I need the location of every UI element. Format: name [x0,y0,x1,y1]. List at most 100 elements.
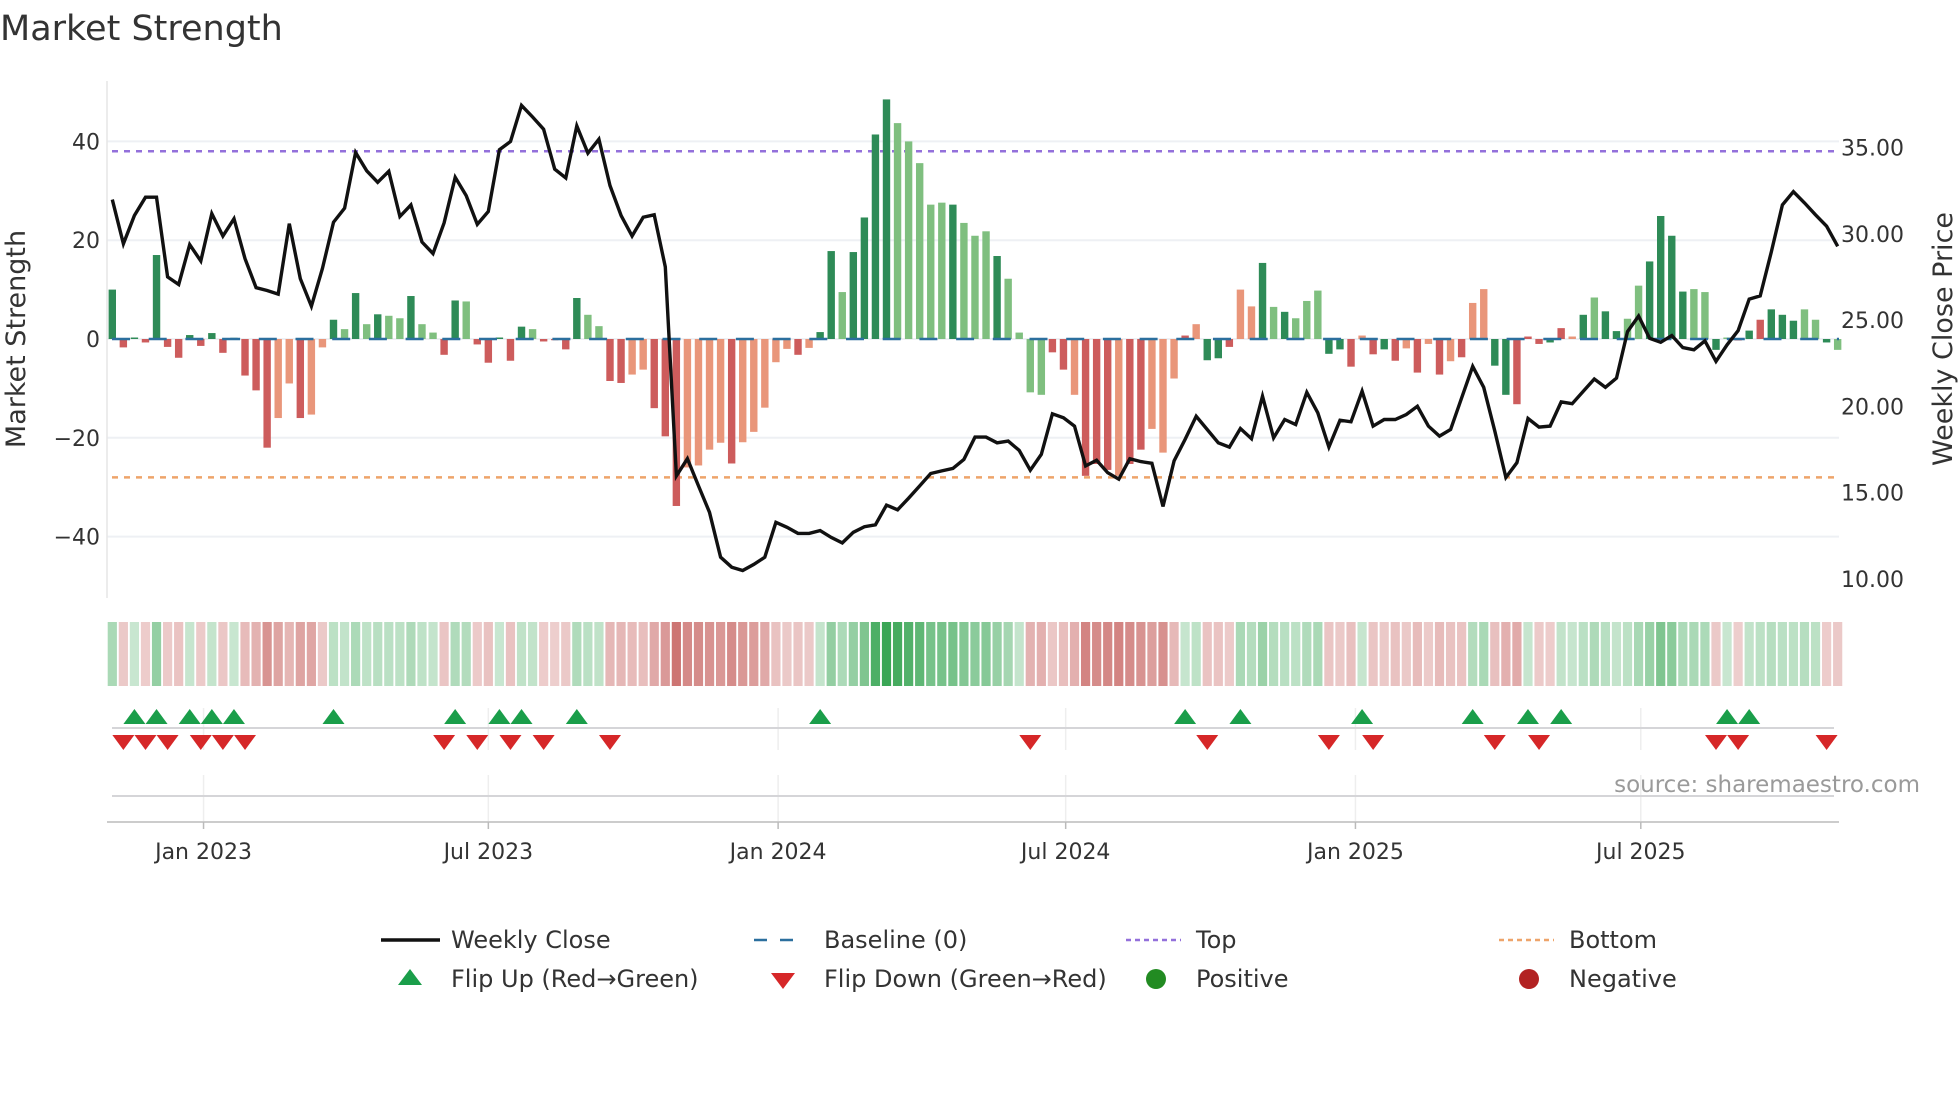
flip-down-marker [134,735,157,750]
strip-cell [1114,622,1124,686]
strength-bar [727,339,736,464]
strength-bar [1070,339,1079,395]
right-tick-label: 25.00 [1841,309,1904,334]
strip-cell [1777,622,1787,686]
flip-down-marker [1196,735,1219,750]
triangle-up-icon [398,969,422,985]
strip-cell [881,622,892,686]
flip-up-marker [178,709,201,724]
strip-cell [450,622,460,686]
strip-cell [970,622,980,686]
strip-cell [1633,622,1644,686]
strip-cell [594,622,604,686]
strength-bar [1435,339,1444,375]
flip-down-marker [532,735,555,750]
strip-cell [317,622,328,686]
strength-bar [285,339,293,384]
strip-cell [738,622,748,686]
flip-down-marker [234,735,257,750]
strip-cell [1523,622,1533,686]
strip-cell [1468,622,1478,686]
legend-item-baseline: Baseline (0) [754,926,967,954]
strip-cell [1003,622,1013,686]
strength-bar [1280,311,1289,339]
strip-cell [892,622,903,686]
strength-bar [1347,339,1355,367]
strip-cell [804,622,814,686]
strip-cell [583,622,593,686]
strength-bar [1535,339,1543,344]
flip-up-marker [1351,709,1374,724]
strength-bar [1380,339,1388,350]
strip-cell [196,622,206,686]
strip-cell [959,622,969,686]
strength-bar [1833,339,1842,350]
strength-bar [639,339,647,370]
strength-bar [1811,319,1820,339]
strip-cell [494,622,504,686]
x-tick-label: Jan 2024 [728,840,827,865]
right-tick-label: 30.00 [1841,223,1904,248]
strip-cell [1280,622,1290,686]
strength-bar [1413,339,1422,373]
strength-bar [1137,339,1145,450]
strip-cell [1025,622,1035,686]
strength-bar [1446,339,1455,362]
strength-bar [882,99,891,339]
strength-bar [440,339,448,355]
legend-label: Flip Down (Green→Red) [824,965,1107,993]
strip-cell [516,622,527,686]
circle-icon [1146,969,1166,989]
strip-cell [937,622,947,686]
strip-cell [904,622,914,686]
legend-item-bottom: Bottom [1499,926,1657,954]
strength-bar [562,339,570,350]
strength-bar [1026,339,1034,393]
strip-cell [837,622,847,686]
strip-cell [693,622,704,686]
strip-cell [1324,622,1334,686]
strip-cell [1257,622,1268,686]
strip-cell [1080,622,1091,686]
strip-cell [1335,622,1345,686]
strip-cell [1534,622,1544,686]
strip-cell [1224,622,1234,686]
strength-bar [1048,339,1057,353]
strip-cell [1058,622,1069,686]
strip-cell [1667,622,1677,686]
strength-bars [108,99,1842,506]
strip-cell [992,622,1002,686]
strength-bar [584,314,592,339]
strength-bar [750,339,758,432]
strength-bar [1645,261,1654,339]
strength-bar [108,289,116,339]
strip-cell [362,622,372,686]
strip-cell [140,622,151,686]
strip-cell [782,622,792,686]
strength-bar [396,318,404,339]
strip-cell [1733,622,1743,686]
strength-bar [1170,339,1178,379]
strength-bar [993,256,1001,339]
strip-cell [417,622,427,686]
strength-bar [252,339,260,391]
strength-bar [1325,339,1333,354]
strength-bar [329,319,338,339]
strip-cell [428,622,438,686]
strip-cell [727,622,737,686]
strip-cell [1512,622,1522,686]
strength-bar [1015,332,1023,339]
strip-cell [1213,622,1223,686]
strip-cell [1556,622,1566,686]
strength-bar [1568,336,1576,339]
flip-down-marker [1317,735,1340,750]
strip-cell [1611,622,1622,686]
flip-down-marker [1019,735,1042,750]
strip-cell [616,622,626,686]
strip-cell [704,622,715,686]
strength-bar [960,222,968,339]
flip-down-marker [1362,735,1385,750]
strength-bar [141,339,150,343]
legend-item-top: Top [1126,926,1237,954]
strip-cell [1069,622,1080,686]
